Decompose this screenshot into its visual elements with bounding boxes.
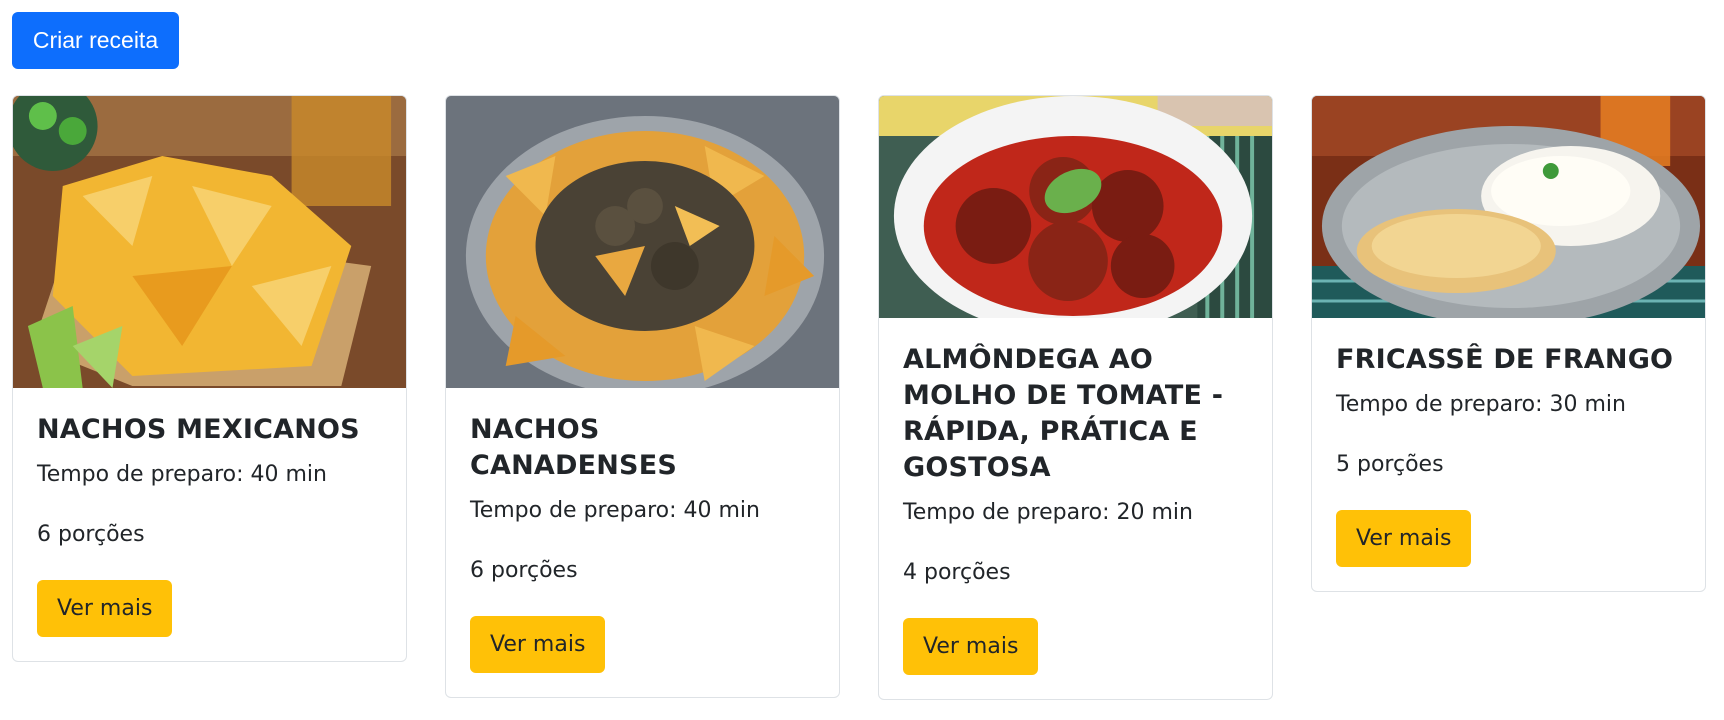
recipe-card-body: FRICASSÊ DE FRANGO Tempo de preparo: 30 … xyxy=(1312,318,1705,591)
recipe-title: FRICASSÊ DE FRANGO xyxy=(1336,344,1674,375)
recipe-image xyxy=(13,96,406,388)
create-recipe-button[interactable]: Criar receita xyxy=(12,12,179,69)
recipe-title: NACHOS MEXICANOS xyxy=(37,414,360,445)
recipe-prep-time: Tempo de preparo: 30 min xyxy=(1336,392,1626,417)
chicken-fricassee-image xyxy=(1312,96,1705,318)
recipe-title: ALMÔNDEGA AO MOLHO DE TOMATE - RÁPIDA, P… xyxy=(903,344,1224,483)
recipe-card-body: NACHOS MEXICANOS Tempo de preparo: 40 mi… xyxy=(13,388,406,661)
recipe-prep-time: Tempo de preparo: 20 min xyxy=(903,500,1193,525)
recipe-card-body: ALMÔNDEGA AO MOLHO DE TOMATE - RÁPIDA, P… xyxy=(879,318,1272,699)
recipe-servings: 5 porções xyxy=(1336,452,1444,477)
recipe-card: FRICASSÊ DE FRANGO Tempo de preparo: 30 … xyxy=(1311,95,1706,592)
view-more-button[interactable]: Ver mais xyxy=(903,618,1039,675)
recipe-card-body: NACHOS CANADENSES Tempo de preparo: 40 m… xyxy=(446,388,839,697)
meatballs-tomato-sauce-image xyxy=(879,96,1272,318)
view-more-button[interactable]: Ver mais xyxy=(37,580,173,637)
recipe-card: NACHOS MEXICANOS Tempo de preparo: 40 mi… xyxy=(12,95,407,662)
nachos-cheese-image xyxy=(13,96,406,388)
recipe-title: NACHOS CANADENSES xyxy=(470,414,677,481)
view-more-button[interactable]: Ver mais xyxy=(1336,510,1472,567)
recipes-page: Criar receita NACHOS MEXICANOS Tempo de … xyxy=(0,0,1724,720)
recipe-servings: 6 porções xyxy=(470,558,578,583)
recipe-prep-time: Tempo de preparo: 40 min xyxy=(37,462,327,487)
recipe-image xyxy=(1312,96,1705,318)
recipe-servings: 4 porções xyxy=(903,560,1011,585)
recipe-card: ALMÔNDEGA AO MOLHO DE TOMATE - RÁPIDA, P… xyxy=(878,95,1273,700)
nachos-ground-beef-image xyxy=(446,96,839,388)
recipe-servings: 6 porções xyxy=(37,522,145,547)
recipe-card: NACHOS CANADENSES Tempo de preparo: 40 m… xyxy=(445,95,840,698)
recipe-image xyxy=(879,96,1272,318)
recipe-image xyxy=(446,96,839,388)
recipe-prep-time: Tempo de preparo: 40 min xyxy=(470,498,760,523)
view-more-button[interactable]: Ver mais xyxy=(470,616,606,673)
recipe-card-grid: NACHOS MEXICANOS Tempo de preparo: 40 mi… xyxy=(12,95,1712,705)
